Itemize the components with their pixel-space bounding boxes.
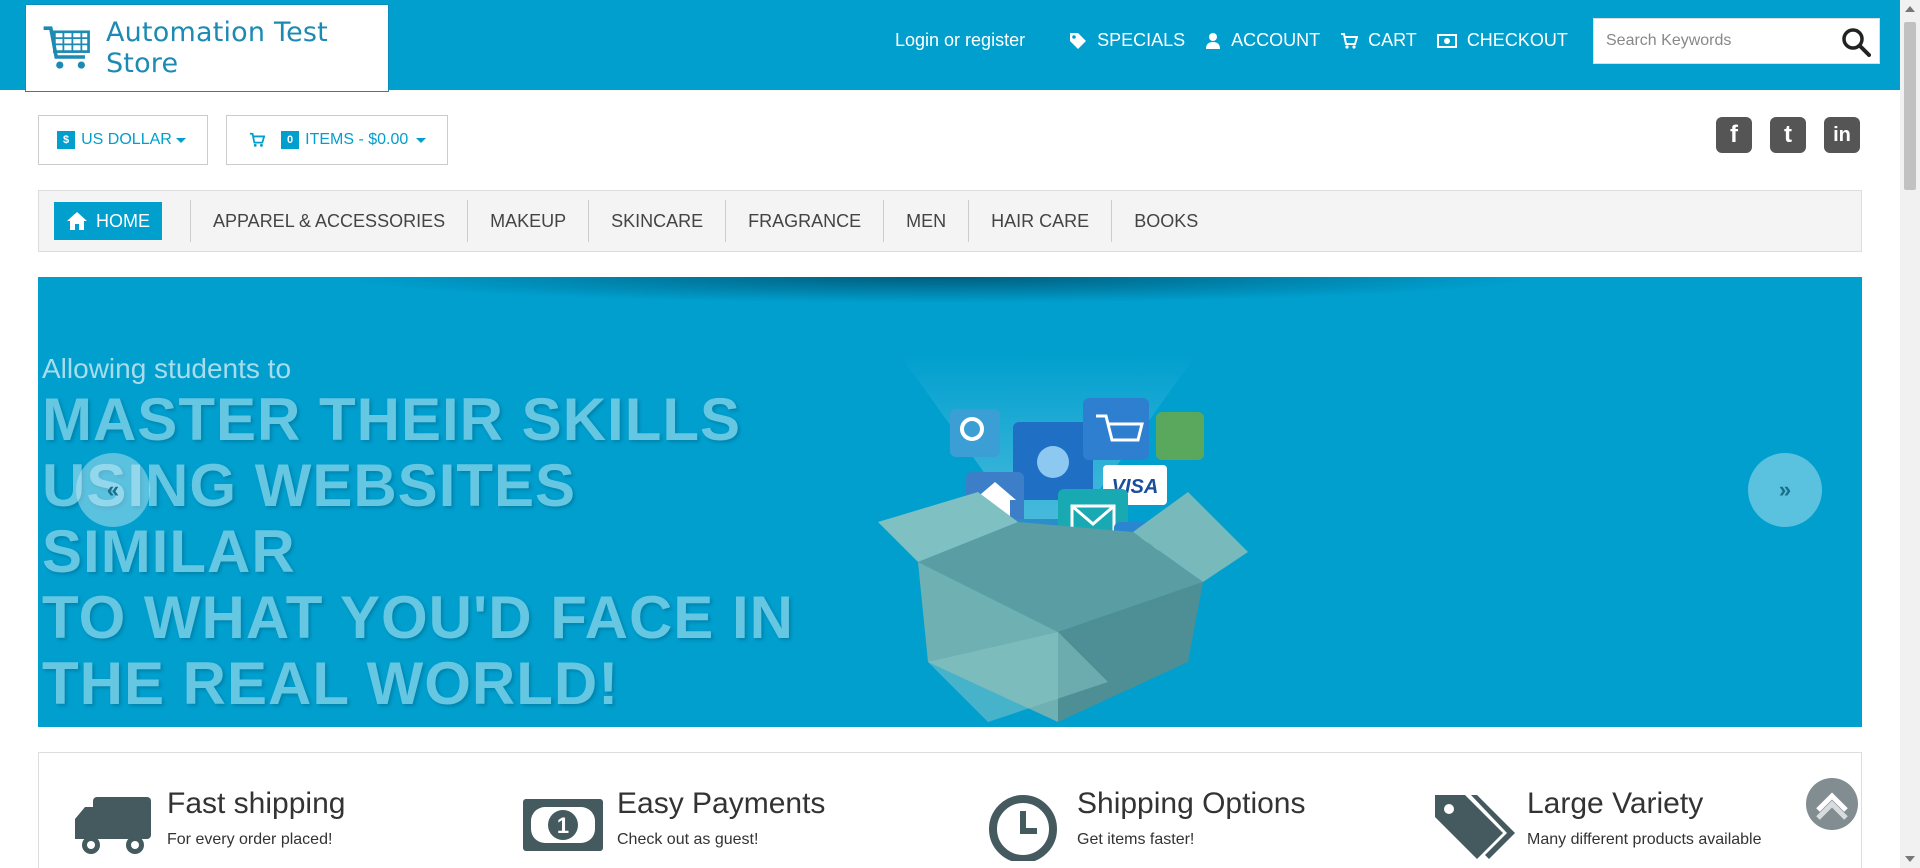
hero-banner: Allowing students to MASTER THEIR SKILLS…: [38, 277, 1862, 727]
feature-text: Easy Payments Check out as guest!: [617, 787, 826, 861]
menu-apparel[interactable]: APPAREL & ACCESSORIES: [190, 200, 467, 242]
feature-title: Easy Payments: [617, 787, 826, 820]
store-logo[interactable]: Automation Test Store: [25, 4, 389, 92]
mini-cart-dropdown[interactable]: 0 ITEMS - $0.00: [226, 115, 448, 165]
logo-cart-icon: [43, 26, 90, 69]
feature-shipping-options: Shipping Options Get items faster!: [981, 787, 1306, 861]
banner-headline: MASTER THEIR SKILLS USING WEBSITES SIMIL…: [42, 387, 822, 717]
scrollbar-thumb[interactable]: [1904, 22, 1916, 190]
money-icon: [1436, 33, 1457, 48]
clock-icon: [989, 795, 1057, 861]
feature-fast-shipping: Fast shipping For every order placed!: [71, 787, 346, 861]
feature-large-variety: Large Variety Many different products av…: [1431, 787, 1762, 861]
feature-easy-payments: 1 Easy Payments Check out as guest!: [521, 787, 826, 861]
menu-home-label: HOME: [96, 210, 150, 231]
nav-checkout[interactable]: CHECKOUT: [1436, 30, 1568, 51]
menu-fragrance[interactable]: FRAGRANCE: [725, 200, 883, 242]
nav-account[interactable]: ACCOUNT: [1205, 30, 1320, 51]
cart-count-badge: 0: [281, 131, 300, 149]
banner-headline-line: USING WEBSITES SIMILAR: [42, 452, 577, 585]
currency-dropdown[interactable]: $ US DOLLAR: [38, 115, 208, 165]
logo-text: Automation Test Store: [105, 17, 328, 79]
page-scrollbar[interactable]: [1900, 0, 1920, 868]
menu-men[interactable]: MEN: [883, 200, 968, 242]
scroll-to-top-button[interactable]: [1806, 778, 1858, 830]
nav-cart-label: CART: [1368, 30, 1417, 50]
open-box-illustration: VISA $: [878, 352, 1248, 722]
search-icon[interactable]: [1841, 27, 1871, 57]
tags-icon: [1435, 795, 1515, 859]
home-icon: [67, 212, 87, 230]
social-links: f t in: [1716, 117, 1860, 153]
menu-hair-care[interactable]: HAIR CARE: [968, 200, 1111, 242]
feature-text: Shipping Options Get items faster!: [1077, 787, 1306, 861]
banner-shadow: [338, 277, 1538, 303]
svg-text:1: 1: [557, 813, 569, 838]
banner-subtitle: Allowing students to: [42, 353, 292, 384]
scroll-up-arrow-icon[interactable]: [1905, 6, 1915, 12]
banner-prev-button[interactable]: «: [76, 453, 150, 527]
user-icon: [1206, 32, 1221, 49]
feature-title: Shipping Options: [1077, 787, 1306, 820]
twitter-icon[interactable]: t: [1770, 117, 1806, 153]
scroll-down-arrow-icon[interactable]: [1905, 856, 1915, 862]
cart-icon: [249, 132, 265, 147]
chevron-down-icon: [416, 137, 427, 143]
nav-checkout-label: CHECKOUT: [1466, 30, 1568, 50]
tag-icon: [1070, 32, 1087, 49]
chevron-down-icon: [175, 137, 186, 143]
banner-headline-line: MASTER THEIR SKILLS: [42, 386, 742, 453]
feature-text: Fast shipping For every order placed!: [167, 787, 346, 861]
truck-icon: [75, 797, 151, 854]
facebook-icon[interactable]: f: [1716, 117, 1752, 153]
feature-text: Large Variety Many different products av…: [1527, 787, 1762, 861]
chevron-up-icon: [1816, 792, 1848, 820]
nav-specials-label: SPECIALS: [1097, 30, 1186, 50]
features-row: Fast shipping For every order placed! 1 …: [38, 752, 1862, 868]
feature-desc: Many different products available: [1527, 831, 1762, 848]
menu-makeup[interactable]: MAKEUP: [467, 200, 588, 242]
cart-icon: [1341, 32, 1359, 49]
banner-headline-line: TO WHAT YOU'D FACE IN: [42, 584, 794, 651]
menu-skincare[interactable]: SKINCARE: [588, 200, 725, 242]
nav-specials[interactable]: SPECIALS: [1069, 30, 1185, 51]
feature-desc: Get items faster!: [1077, 831, 1195, 848]
login-register-link[interactable]: Login or register: [895, 30, 1025, 51]
menu-home[interactable]: HOME: [54, 202, 162, 240]
top-header-bar: Automation Test Store Login or register …: [0, 0, 1900, 92]
banknote-icon: 1: [523, 799, 603, 851]
search-box: [1593, 18, 1880, 64]
category-menu: HOME APPAREL & ACCESSORIES MAKEUP SKINCA…: [38, 190, 1862, 252]
nav-cart[interactable]: CART: [1340, 30, 1417, 51]
currency-label: US DOLLAR: [81, 131, 172, 148]
currency-symbol-badge: $: [57, 131, 76, 149]
top-links: Login or register SPECIALS ACCOUNT CART …: [895, 30, 1588, 51]
nav-account-label: ACCOUNT: [1231, 30, 1321, 50]
search-input[interactable]: [1594, 32, 1834, 50]
menu-books[interactable]: BOOKS: [1111, 200, 1220, 242]
banner-headline-line: THE REAL WORLD!: [42, 650, 620, 717]
feature-title: Large Variety: [1527, 787, 1704, 820]
feature-desc: Check out as guest!: [617, 831, 759, 848]
feature-title: Fast shipping: [167, 787, 346, 820]
cart-summary-label: ITEMS - $0.00: [305, 131, 409, 148]
feature-desc: For every order placed!: [167, 831, 333, 848]
banner-next-button[interactable]: »: [1748, 453, 1822, 527]
linkedin-icon[interactable]: in: [1824, 117, 1860, 153]
